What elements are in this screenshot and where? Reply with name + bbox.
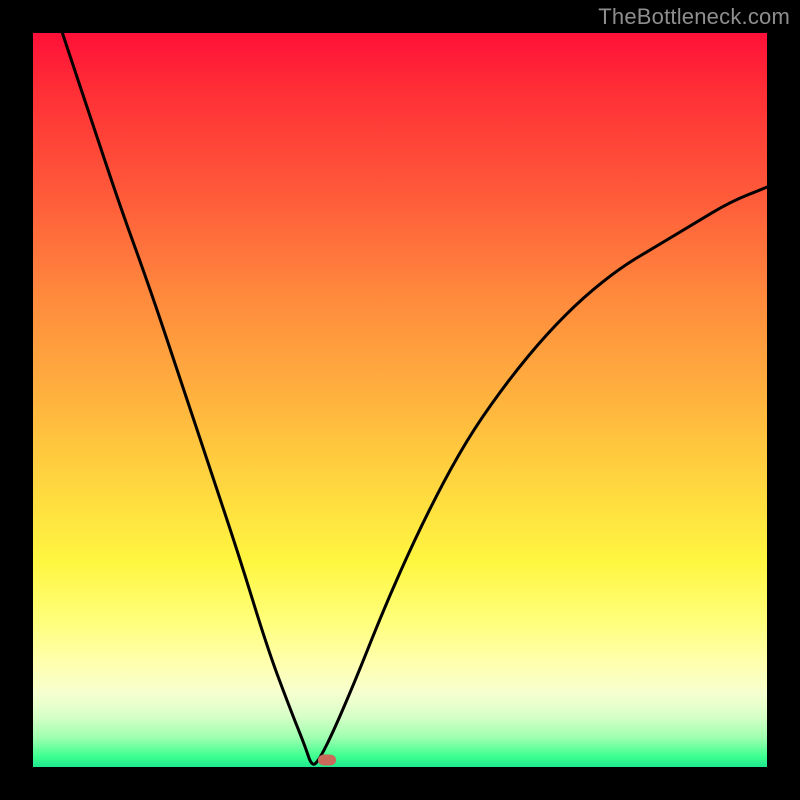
watermark-text: TheBottleneck.com (598, 4, 790, 30)
plot-area (33, 33, 767, 767)
curve-layer (33, 33, 767, 767)
chart-frame: TheBottleneck.com (0, 0, 800, 800)
bottleneck-curve (62, 33, 767, 764)
minimum-marker (318, 754, 336, 765)
